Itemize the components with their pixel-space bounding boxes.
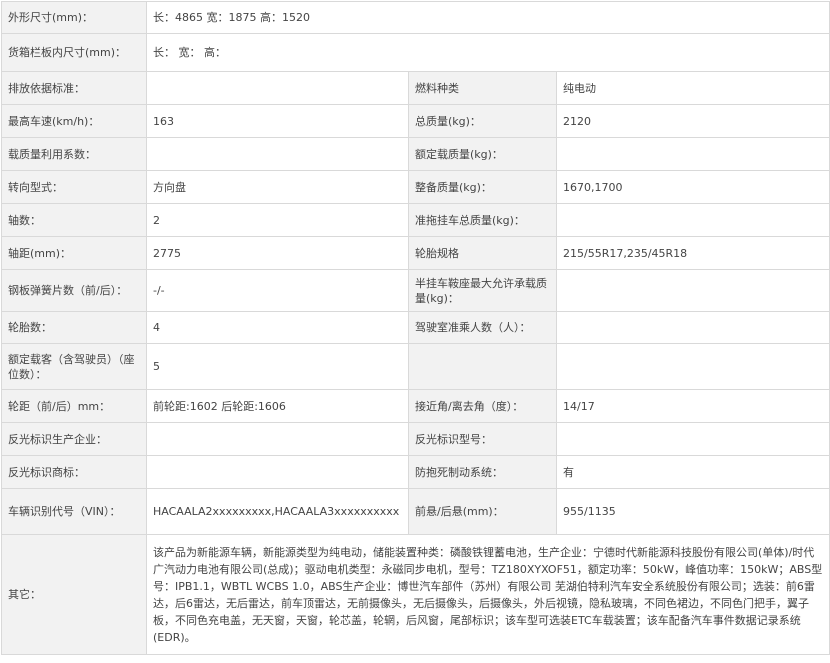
- table-row: 排放依据标准： 燃料种类 纯电动: [1, 71, 830, 105]
- table-row: 外形尺寸(mm)： 长：4865 宽：1875 高：1520: [1, 1, 830, 34]
- spec-label: 总质量(kg)：: [408, 104, 557, 138]
- spec-value: [555, 311, 830, 344]
- spec-value: 有: [555, 455, 830, 489]
- spec-value: 14/17: [555, 389, 830, 423]
- spec-value: HACAALA2xxxxxxxxx,HACAALA3xxxxxxxxxx: [146, 488, 409, 535]
- spec-label: 轴数：: [1, 203, 147, 237]
- spec-label: 额定载质量(kg)：: [408, 137, 557, 171]
- table-row: 反光标识商标： 防抱死制动系统： 有: [1, 455, 830, 489]
- spec-value: 2775: [146, 236, 409, 270]
- spec-value: [146, 455, 409, 489]
- spec-label: 反光标识生产企业：: [1, 422, 147, 456]
- spec-value: 长： 宽： 高：: [145, 33, 830, 72]
- table-row: 钢板弹簧片数（前/后）： -/- 半挂车鞍座最大允许承载质量(kg)：: [1, 269, 830, 312]
- spec-label: 燃料种类: [408, 71, 557, 105]
- spec-label-empty: [408, 343, 557, 390]
- table-row: 轮胎数： 4 驾驶室准乘人数（人）：: [1, 311, 830, 344]
- table-row: 车辆识别代号（VIN）： HACAALA2xxxxxxxxx,HACAALA3x…: [1, 488, 830, 535]
- spec-value: [555, 269, 830, 312]
- spec-label: 半挂车鞍座最大允许承载质量(kg)：: [408, 269, 557, 312]
- spec-table: 外形尺寸(mm)： 长：4865 宽：1875 高：1520 货箱栏板内尺寸(m…: [1, 1, 830, 655]
- spec-value: [555, 137, 830, 171]
- table-row: 轴数： 2 准拖挂车总质量(kg)：: [1, 203, 830, 237]
- spec-value: [146, 137, 409, 171]
- spec-label: 最高车速(km/h)：: [1, 104, 147, 138]
- spec-value: 955/1135: [555, 488, 830, 535]
- spec-value: 2: [146, 203, 409, 237]
- spec-label: 反光标识型号：: [408, 422, 557, 456]
- spec-value: 长：4865 宽：1875 高：1520: [145, 1, 830, 34]
- spec-label: 驾驶室准乘人数（人）：: [408, 311, 557, 344]
- table-row: 反光标识生产企业： 反光标识型号：: [1, 422, 830, 456]
- table-row: 最高车速(km/h)： 163 总质量(kg)： 2120: [1, 104, 830, 138]
- spec-label: 轮距（前/后）mm：: [1, 389, 147, 423]
- spec-label: 整备质量(kg)：: [408, 170, 557, 204]
- spec-value: [555, 203, 830, 237]
- spec-value: 4: [146, 311, 409, 344]
- spec-label: 反光标识商标：: [1, 455, 147, 489]
- spec-value: 215/55R17,235/45R18: [555, 236, 830, 270]
- spec-value-empty: [555, 343, 830, 390]
- spec-value: 方向盘: [146, 170, 409, 204]
- vehicle-spec-sheet: 外形尺寸(mm)： 长：4865 宽：1875 高：1520 货箱栏板内尺寸(m…: [1, 1, 830, 661]
- table-row: 轮距（前/后）mm： 前轮距:1602 后轮距:1606 接近角/离去角（度）：…: [1, 389, 830, 423]
- spec-label: 外形尺寸(mm)：: [1, 1, 147, 34]
- spec-label: 货箱栏板内尺寸(mm)：: [1, 33, 147, 72]
- spec-value: 前轮距:1602 后轮距:1606: [146, 389, 409, 423]
- table-row: 转向型式： 方向盘 整备质量(kg)： 1670,1700: [1, 170, 830, 204]
- spec-value: 163: [146, 104, 409, 138]
- spec-label: 排放依据标准：: [1, 71, 147, 105]
- spec-value-notes: 该产品为新能源车辆，新能源类型为纯电动，储能装置种类：磷酸铁锂蓄电池，生产企业：…: [145, 534, 830, 655]
- spec-label: 准拖挂车总质量(kg)：: [408, 203, 557, 237]
- table-row: 其它： 该产品为新能源车辆，新能源类型为纯电动，储能装置种类：磷酸铁锂蓄电池，生…: [1, 534, 830, 655]
- spec-value: [555, 422, 830, 456]
- spec-label: 前悬/后悬(mm)：: [408, 488, 557, 535]
- spec-label: 车辆识别代号（VIN）：: [1, 488, 147, 535]
- spec-label: 钢板弹簧片数（前/后）：: [1, 269, 147, 312]
- spec-value: -/-: [146, 269, 409, 312]
- table-row: 货箱栏板内尺寸(mm)： 长： 宽： 高：: [1, 33, 830, 72]
- spec-label: 轴距(mm)：: [1, 236, 147, 270]
- spec-label: 转向型式：: [1, 170, 147, 204]
- spec-label: 其它：: [1, 534, 147, 655]
- spec-label: 载质量利用系数：: [1, 137, 147, 171]
- spec-value: [146, 71, 409, 105]
- spec-value: 1670,1700: [555, 170, 830, 204]
- spec-value: 纯电动: [555, 71, 830, 105]
- spec-value: [146, 422, 409, 456]
- spec-label: 防抱死制动系统：: [408, 455, 557, 489]
- spec-label: 接近角/离去角（度）：: [408, 389, 557, 423]
- table-row: 轴距(mm)： 2775 轮胎规格 215/55R17,235/45R18: [1, 236, 830, 270]
- spec-value: 2120: [555, 104, 830, 138]
- spec-label: 额定载客（含驾驶员）（座位数）：: [1, 343, 147, 390]
- spec-value: 5: [146, 343, 409, 390]
- spec-label: 轮胎数：: [1, 311, 147, 344]
- table-row: 载质量利用系数： 额定载质量(kg)：: [1, 137, 830, 171]
- spec-label: 轮胎规格: [408, 236, 557, 270]
- table-row: 额定载客（含驾驶员）（座位数）： 5: [1, 343, 830, 390]
